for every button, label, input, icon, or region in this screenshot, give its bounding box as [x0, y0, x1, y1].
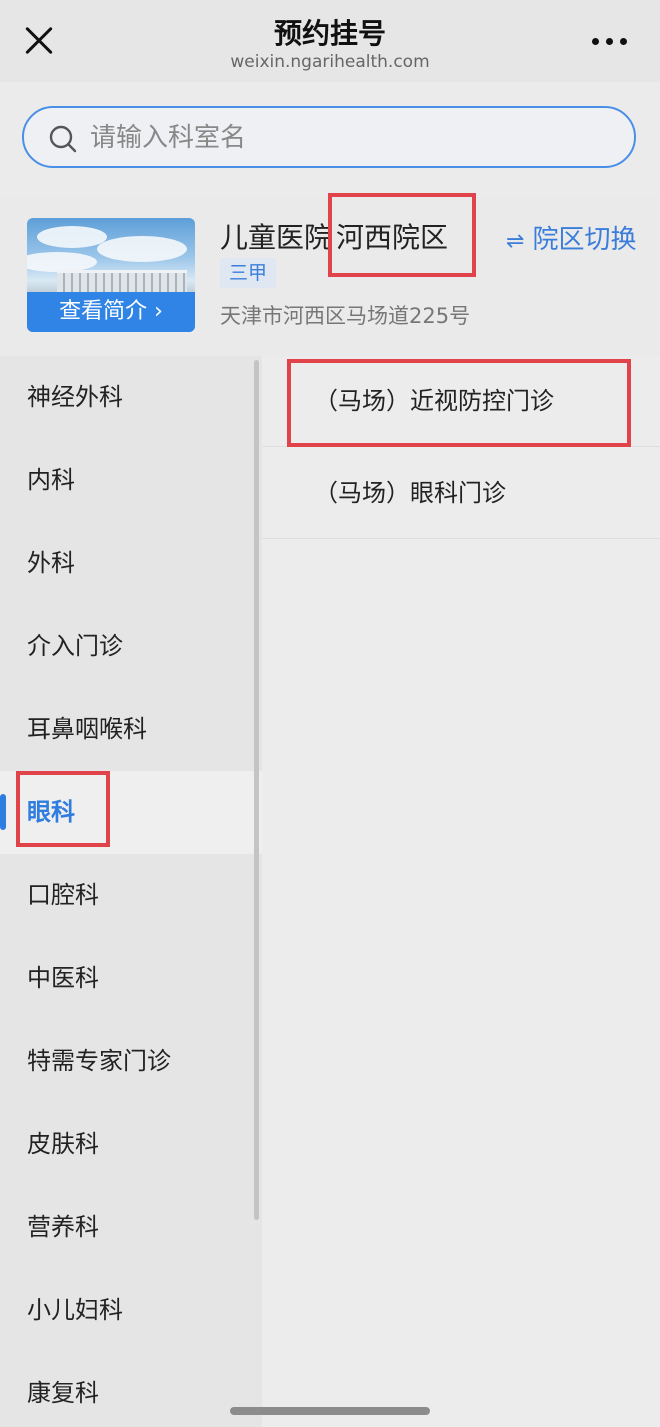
sidebar-item-pediatric-gynecology[interactable]: 小儿妇科 [0, 1269, 262, 1352]
sidebar-item-rehabilitation[interactable]: 康复科 [0, 1352, 262, 1427]
search-input[interactable] [88, 116, 612, 160]
search-area [0, 82, 660, 196]
sidebar-item-ent[interactable]: 耳鼻咽喉科 [0, 688, 262, 771]
swap-icon: ⇌ [506, 229, 525, 254]
sidebar-item-vip-experts[interactable]: 特需专家门诊 [0, 1020, 262, 1103]
more-dot [606, 38, 613, 45]
cloud-shape [37, 226, 107, 248]
more-options-icon[interactable] [590, 36, 630, 48]
switch-campus-label: 院区切换 [532, 225, 637, 255]
highlight-box-department [16, 771, 110, 847]
highlight-box-campus [328, 193, 476, 277]
cloud-shape [97, 236, 187, 262]
clinic-item-ophthalmology[interactable]: （马场）眼科门诊 [262, 448, 660, 539]
top-nav-bar: 预约挂号 weixin.ngarihealth.com [0, 0, 660, 82]
hospital-address: 天津市河西区马场道225号 [220, 304, 471, 328]
sidebar-scrollbar[interactable] [254, 360, 259, 1220]
more-dot [592, 38, 599, 45]
sidebar-item-nutrition[interactable]: 营养科 [0, 1186, 262, 1269]
more-dot [620, 38, 627, 45]
hospital-name: 儿童医院 [220, 221, 333, 254]
grade-badge: 三甲 [220, 258, 277, 288]
sidebar-item-dermatology[interactable]: 皮肤科 [0, 1103, 262, 1186]
cloud-shape [27, 252, 97, 272]
sidebar-item-internal-medicine[interactable]: 内科 [0, 439, 262, 522]
page-domain: weixin.ngarihealth.com [230, 52, 430, 72]
sidebar-item-interventional[interactable]: 介入门诊 [0, 605, 262, 688]
highlight-box-clinic [287, 359, 631, 447]
active-indicator [0, 794, 6, 830]
page-title: 预约挂号 [273, 17, 386, 50]
hospital-image[interactable]: 查看简介 › [27, 218, 195, 332]
search-icon [49, 125, 77, 153]
view-intro-button[interactable]: 查看简介 › [27, 292, 195, 332]
search-box[interactable] [22, 106, 636, 168]
department-sidebar[interactable]: 神经外科 内科 外科 介入门诊 耳鼻咽喉科 眼科 口腔科 中医科 特需专家门诊 … [0, 356, 262, 1427]
sidebar-item-neurosurgery[interactable]: 神经外科 [0, 356, 262, 439]
sidebar-item-tcm[interactable]: 中医科 [0, 937, 262, 1020]
home-indicator[interactable] [230, 1407, 430, 1415]
clinic-list: （马场）近视防控门诊 （马场）眼科门诊 [262, 356, 660, 1427]
switch-campus-button[interactable]: ⇌ 院区切换 [506, 219, 636, 256]
sidebar-item-stomatology[interactable]: 口腔科 [0, 854, 262, 937]
sidebar-item-surgery[interactable]: 外科 [0, 522, 262, 605]
